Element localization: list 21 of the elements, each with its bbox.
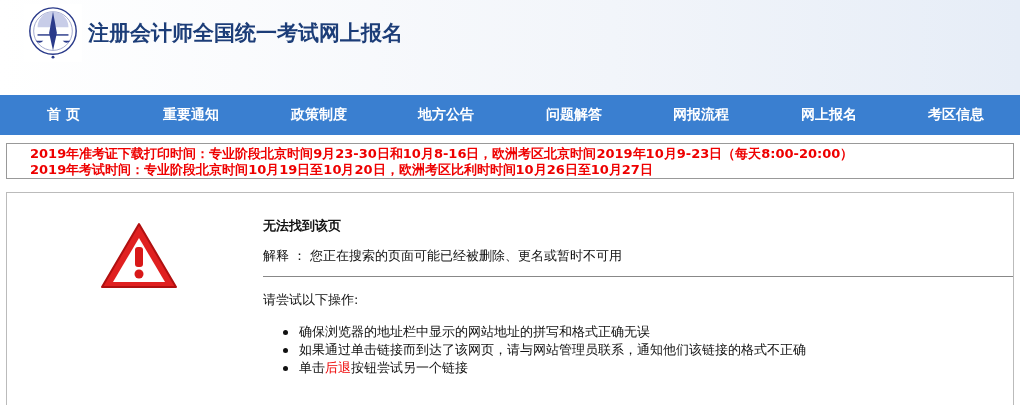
nav-link[interactable]: 地方公告: [382, 106, 510, 124]
error-explanation: 解释 ： 您正在搜索的页面可能已经被删除、更名或暂时不可用: [263, 247, 624, 265]
notice-text: 2019年准考证下载打印时间：专业阶段北京时间9月23-30日和10月8-16日，欧洲考区北京时间2019年10月9-23日（每天8:00-20:00）: [30, 146, 855, 162]
site-title: 注册会计师全国统一考试网上报名: [88, 19, 403, 47]
nav-link[interactable]: 网上报名: [765, 106, 893, 124]
nav-link[interactable]: 网报流程: [637, 106, 765, 124]
error-title: 无法找到该页: [263, 217, 342, 235]
nav-link[interactable]: 政策制度: [255, 106, 383, 124]
nav-link[interactable]: 重要通知: [127, 106, 255, 124]
notice-text: 2019年考试时间：专业阶段北京时间10月19日至10月20日，欧洲考区比利时时间10月26日至10月27日: [30, 162, 654, 178]
bullet-icon: [283, 365, 288, 371]
suggestion-text: 确保浏览器的地址栏中显示的网站地址的拼写和格式正确无误: [299, 323, 650, 341]
nav-link[interactable]: 首 页: [0, 106, 128, 124]
bullet-icon: [283, 329, 288, 335]
back-link[interactable]: 后退: [325, 360, 351, 375]
bullet-icon: [283, 347, 288, 353]
nav-link[interactable]: 问题解答: [510, 106, 638, 124]
instructions-heading: 请尝试以下操作:: [263, 291, 360, 309]
suggestion-text: 单击后退按钮尝试另一个链接: [299, 359, 468, 377]
nav-link[interactable]: 考区信息: [892, 106, 1020, 124]
suggestion-text: 如果通过单击链接而到达了该网页，请与网站管理员联系，通知他们该链接的格式不正确: [299, 341, 806, 359]
